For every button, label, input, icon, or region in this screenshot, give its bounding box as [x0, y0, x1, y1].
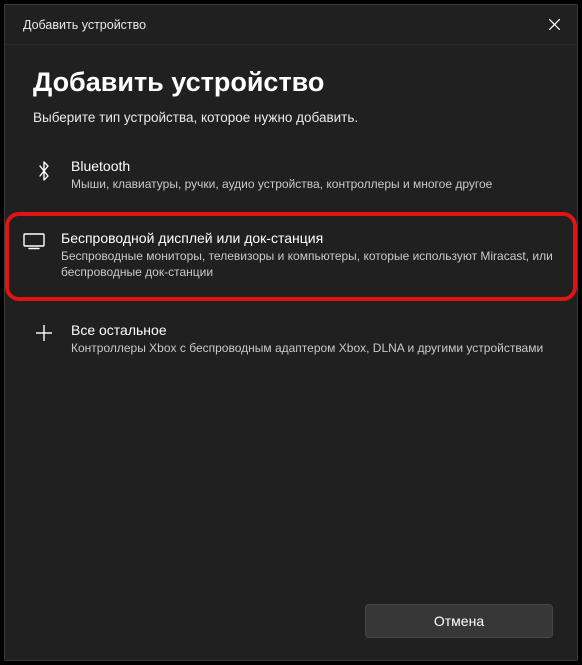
- option-everything-else[interactable]: Все остальное Контроллеры Xbox с беспров…: [21, 309, 561, 370]
- option-desc: Контроллеры Xbox с беспроводным адаптеро…: [71, 340, 549, 356]
- device-type-list: Bluetooth Мыши, клавиатуры, ручки, аудио…: [21, 145, 561, 370]
- page-title: Добавить устройство: [33, 67, 549, 98]
- dialog-window: Добавить устройство Добавить устройство …: [4, 4, 578, 661]
- titlebar: Добавить устройство: [5, 5, 577, 45]
- dialog-footer: Отмена: [5, 604, 577, 660]
- option-desc: Мыши, клавиатуры, ручки, аудио устройств…: [71, 176, 549, 192]
- option-title: Bluetooth: [71, 158, 549, 174]
- option-body: Все остальное Контроллеры Xbox с беспров…: [71, 322, 549, 356]
- option-desc: Беспроводные мониторы, телевизоры и комп…: [61, 248, 559, 280]
- option-body: Беспроводной дисплей или док-станция Бес…: [61, 230, 559, 280]
- plus-icon: [33, 322, 55, 342]
- monitor-icon: [23, 230, 45, 250]
- bluetooth-icon: [33, 158, 55, 182]
- cancel-button[interactable]: Отмена: [365, 604, 553, 638]
- dialog-content: Добавить устройство Выберите тип устройс…: [5, 45, 577, 604]
- option-wireless-display[interactable]: Беспроводной дисплей или док-станция Бес…: [11, 218, 571, 294]
- option-title: Все остальное: [71, 322, 549, 338]
- page-subtitle: Выберите тип устройства, которое нужно д…: [33, 110, 549, 125]
- close-icon: [549, 19, 560, 30]
- close-button[interactable]: [531, 5, 577, 45]
- window-title: Добавить устройство: [23, 18, 146, 32]
- option-title: Беспроводной дисплей или док-станция: [61, 230, 559, 246]
- option-body: Bluetooth Мыши, клавиатуры, ручки, аудио…: [71, 158, 549, 192]
- highlighted-option-frame: Беспроводной дисплей или док-станция Бес…: [5, 212, 577, 300]
- option-bluetooth[interactable]: Bluetooth Мыши, клавиатуры, ручки, аудио…: [21, 145, 561, 206]
